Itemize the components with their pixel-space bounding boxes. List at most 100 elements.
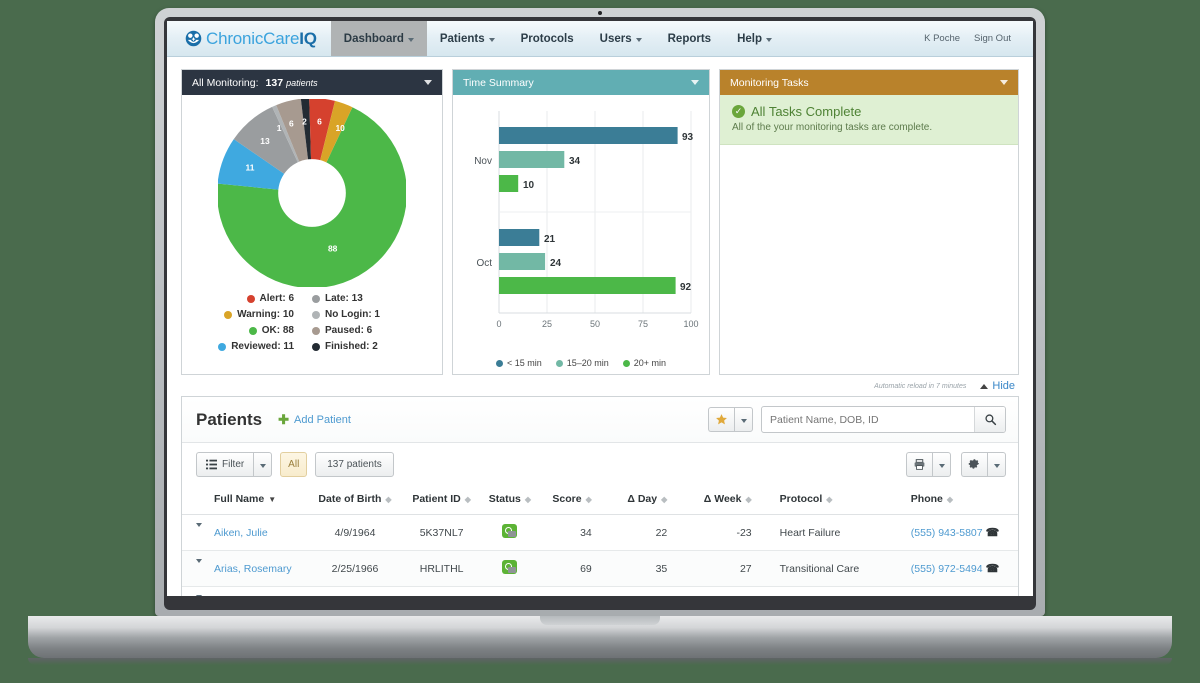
- cell-patient-id: M7EXOLD: [402, 586, 481, 596]
- sort-icon: ◆: [524, 495, 531, 504]
- svg-text:25: 25: [542, 319, 552, 329]
- column-score[interactable]: Score ◆: [538, 486, 614, 515]
- nav-item-dashboard[interactable]: Dashboard: [330, 21, 427, 56]
- column-date-of-birth[interactable]: Date of Birth ◆: [307, 486, 403, 515]
- phone-link[interactable]: (555) 972-5494: [911, 563, 983, 575]
- legend-swatch-icon: [312, 326, 320, 335]
- search-button[interactable]: [974, 407, 1005, 432]
- column-delta-week[interactable]: Δ Week ◆: [689, 486, 774, 515]
- printer-icon: [914, 459, 925, 470]
- cell-delta-week: 0: [689, 586, 774, 596]
- cell-patient-id: 5K37NL7: [402, 514, 481, 551]
- chevron-down-icon[interactable]: [1000, 80, 1008, 85]
- svg-text:88: 88: [328, 243, 338, 253]
- nav-item-reports[interactable]: Reports: [655, 21, 724, 56]
- favorite-star-button[interactable]: [708, 407, 734, 432]
- row-expand-toggle[interactable]: [182, 514, 208, 551]
- cell-patient-id: HRLITHL: [402, 550, 481, 587]
- cell-protocol: Transitional Care: [773, 550, 893, 587]
- column-full-name[interactable]: Full Name ▼: [208, 486, 308, 515]
- svg-text:21: 21: [544, 234, 556, 245]
- filter-dropdown-button[interactable]: [253, 452, 273, 477]
- column-protocol[interactable]: Protocol ◆: [773, 486, 893, 515]
- patient-name-link[interactable]: Arias, Rosemary: [214, 563, 292, 575]
- status-badge: [502, 524, 518, 538]
- svg-text:2: 2: [302, 116, 307, 126]
- cell-protocol: Heart Failure & HTN: [773, 586, 893, 596]
- legend-item-reviewed: Reviewed: 11: [198, 341, 312, 352]
- cell-full-name: Arias, Rosemary: [208, 550, 308, 587]
- print-button[interactable]: [906, 452, 932, 477]
- nav-label: Dashboard: [343, 32, 404, 45]
- patients-table-head: Full Name ▼ Date of Birth ◆ Patient ID ◆ St…: [182, 486, 1018, 515]
- alert-title-row: ✓ All Tasks Complete: [732, 104, 1006, 119]
- search-input[interactable]: [762, 408, 974, 431]
- table-actions: [906, 452, 1006, 477]
- donut-chart-svg: 88 11 13 1 6 2 6 10: [218, 99, 406, 287]
- svg-text:34: 34: [569, 156, 581, 167]
- svg-text:93: 93: [682, 132, 694, 143]
- settings-button[interactable]: [961, 452, 987, 477]
- svg-text:0: 0: [496, 319, 501, 329]
- cell-delta-week: 27: [689, 550, 774, 587]
- legend-label: Paused: 6: [325, 325, 373, 336]
- laptop-frame: ChronicCareIQ Dashboard Patients Protoco…: [155, 8, 1045, 616]
- svg-text:92: 92: [680, 282, 692, 293]
- column-phone[interactable]: Phone ◆: [892, 486, 1018, 515]
- svg-text:13: 13: [260, 136, 270, 146]
- svg-text:1: 1: [277, 123, 282, 133]
- chevron-down-icon: [407, 37, 414, 42]
- nav-item-patients[interactable]: Patients: [427, 21, 508, 56]
- filter-button[interactable]: Filter: [196, 452, 254, 477]
- sort-icon: ◆: [745, 495, 752, 504]
- table-header-row: Full Name ▼ Date of Birth ◆ Patient ID ◆ St…: [182, 486, 1018, 515]
- table-row[interactable]: Avery, Charles 6/20/1930 M7EXOLD 48 0 0 …: [182, 586, 1018, 596]
- sort-icon: ◆: [661, 495, 668, 504]
- column-label: Δ Week: [703, 493, 742, 505]
- hide-label: Hide: [992, 380, 1015, 392]
- add-patient-button[interactable]: ✚ Add Patient: [278, 413, 351, 426]
- chevron-down-icon: [196, 558, 202, 575]
- donut-chart: 88 11 13 1 6 2 6 10: [182, 95, 442, 291]
- nav-item-users[interactable]: Users: [587, 21, 655, 56]
- chevron-down-icon[interactable]: [424, 80, 432, 85]
- cell-status: [480, 514, 539, 551]
- chevron-up-icon: [980, 383, 989, 389]
- panel-title: Monitoring Tasks: [730, 76, 809, 89]
- chevron-down-icon: [196, 522, 202, 539]
- legend-label: Reviewed: 11: [231, 341, 294, 352]
- favorites-dropdown-button[interactable]: [734, 407, 753, 432]
- table-row[interactable]: Aiken, Julie 4/9/1964 5K37NL7 34 22 -23 …: [182, 514, 1018, 551]
- column-delta-day[interactable]: Δ Day ◆: [613, 486, 690, 515]
- patient-count-badge[interactable]: 137 patients: [315, 452, 394, 477]
- column-patient-id[interactable]: Patient ID ◆: [402, 486, 481, 515]
- current-user-label[interactable]: K Poche: [924, 33, 960, 44]
- print-dropdown-button[interactable]: [932, 452, 951, 477]
- chevron-down-icon[interactable]: [691, 80, 699, 85]
- cell-full-name: Avery, Charles: [208, 586, 308, 596]
- row-expand-toggle[interactable]: [182, 586, 208, 596]
- phone-link[interactable]: (555) 943-5807: [911, 527, 983, 539]
- row-expand-toggle[interactable]: [182, 550, 208, 587]
- nav-item-help[interactable]: Help: [724, 21, 785, 56]
- patients-table: Full Name ▼ Date of Birth ◆ Patient ID ◆ St…: [182, 486, 1018, 596]
- hide-dashboard-button[interactable]: Hide: [980, 380, 1015, 392]
- svg-text:50: 50: [590, 319, 600, 329]
- sort-desc-icon: ▼: [268, 495, 277, 504]
- settings-dropdown-button[interactable]: [987, 452, 1006, 477]
- list-icon: [206, 459, 217, 470]
- panel-title: Time Summary: [463, 76, 534, 89]
- sign-out-link[interactable]: Sign Out: [974, 33, 1011, 44]
- table-row[interactable]: Arias, Rosemary 2/25/1966 HRLITHL 69 35 …: [182, 550, 1018, 587]
- svg-text:100: 100: [683, 319, 698, 329]
- patient-name-link[interactable]: Aiken, Julie: [214, 527, 268, 539]
- column-status[interactable]: Status ◆: [480, 486, 539, 515]
- cell-delta-week: -23: [689, 514, 774, 551]
- star-icon: [716, 414, 727, 425]
- cell-score: 48: [538, 586, 614, 596]
- filter-tab-all[interactable]: All: [280, 452, 308, 477]
- legend-label: Warning: 10: [237, 309, 294, 320]
- brand-logo-area[interactable]: ChronicCareIQ: [167, 21, 331, 56]
- nav-item-protocols[interactable]: Protocols: [508, 21, 587, 56]
- cell-delta-day: 0: [613, 586, 690, 596]
